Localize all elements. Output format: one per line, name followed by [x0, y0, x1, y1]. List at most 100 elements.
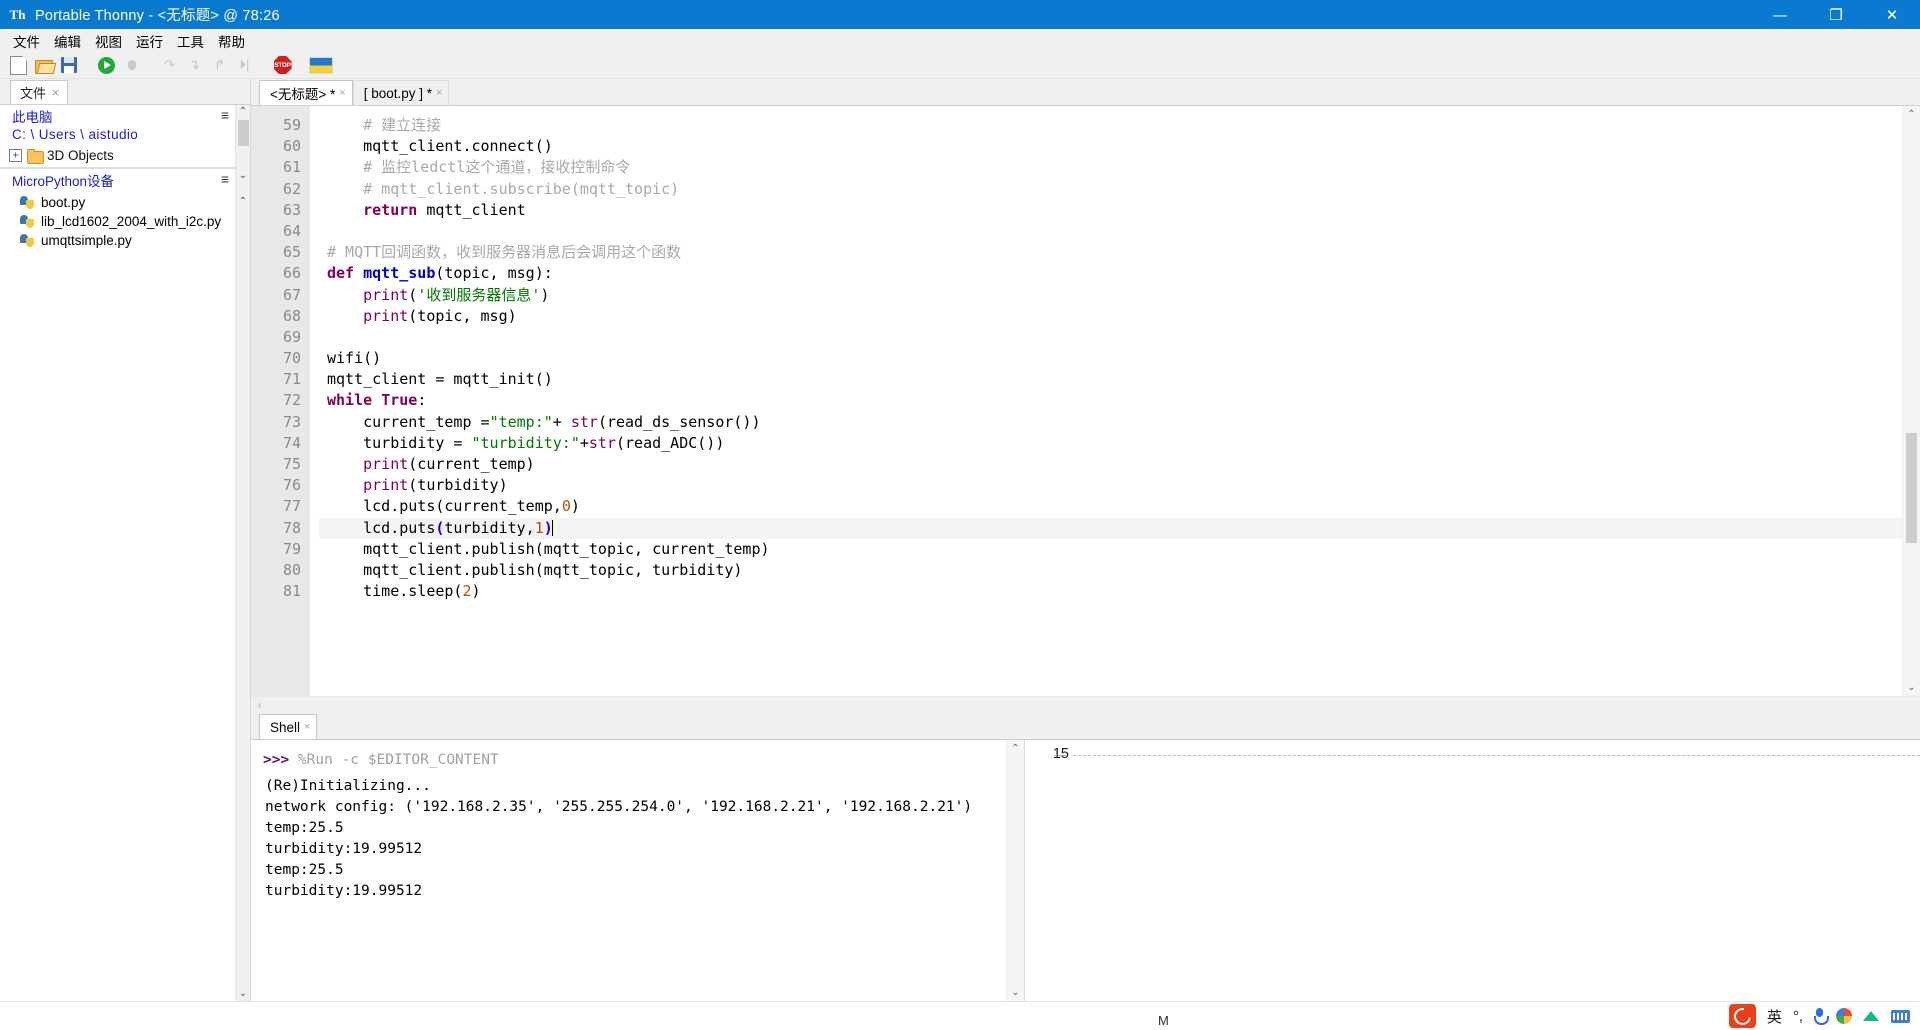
code-line[interactable] — [319, 221, 1902, 242]
tab-files[interactable]: 文件 × — [10, 80, 69, 104]
scroll-thumb[interactable] — [1906, 433, 1917, 543]
close-icon[interactable]: × — [436, 87, 442, 99]
ime-punctuation-label[interactable]: °, — [1793, 1008, 1803, 1025]
editor-vertical-scrollbar[interactable]: ⌃ ⌄ — [1902, 106, 1920, 696]
line-number: 63 — [282, 200, 301, 219]
code-line[interactable]: lcd.puts(current_temp,0) — [319, 496, 1902, 517]
python-file-icon — [20, 214, 35, 229]
tab-untitled-label: <无标题> * — [270, 87, 336, 102]
list-item[interactable]: lib_lcd1602_2004_with_i2c.py — [0, 212, 235, 231]
code-editor[interactable]: # 建立连接 mqtt_client.connect() # 监控ledctl这… — [310, 106, 1902, 696]
tree-item-3d-objects[interactable]: + 3D Objects — [0, 145, 235, 165]
shell-output-line: turbidity:19.99512 — [265, 883, 423, 899]
close-icon[interactable]: × — [339, 87, 345, 99]
code-line[interactable]: def mqtt_sub(topic, msg): — [319, 263, 1902, 284]
hat-icon[interactable] — [1863, 1009, 1880, 1023]
scroll-left-icon[interactable]: ‹ — [251, 700, 268, 711]
scroll-up-icon[interactable]: ⌃ — [239, 105, 247, 119]
tab-bootpy[interactable]: [ boot.py ] * × — [352, 80, 450, 105]
menu-file[interactable]: 文件 — [6, 29, 47, 53]
code-line[interactable]: mqtt_client.publish(mqtt_topic, turbidit… — [319, 560, 1902, 581]
bottom-panel: Shell × >>> %Run -c $EDITOR_CONTENT (Re)… — [251, 714, 1920, 1001]
expand-icon[interactable]: + — [9, 148, 22, 162]
code-line[interactable]: turbidity = "turbidity:"+str(read_ADC()) — [319, 433, 1902, 454]
hamburger-icon[interactable]: ≡ — [221, 108, 231, 122]
code-line[interactable]: print('收到服务器信息') — [319, 285, 1902, 306]
hamburger-icon-device[interactable]: ≡ — [221, 172, 231, 186]
stop-button[interactable]: STOP — [270, 54, 295, 76]
keyboard-icon[interactable] — [1891, 1009, 1910, 1023]
menu-edit[interactable]: 编辑 — [47, 29, 88, 53]
debug-button[interactable] — [119, 54, 144, 76]
sidebar-scrollbar-local[interactable]: ⌃ ⌄ ⌃ ⌄ — [235, 105, 250, 1001]
line-number: 80 — [282, 560, 301, 579]
tab-shell[interactable]: Shell × — [259, 714, 318, 739]
list-item[interactable]: boot.py — [0, 193, 235, 212]
menu-help[interactable]: 帮助 — [211, 29, 252, 53]
code-line[interactable]: # 监控ledctl这个通道，接收控制命令 — [319, 157, 1902, 178]
ukraine-flag-button[interactable] — [308, 54, 333, 76]
close-icon[interactable]: × — [304, 721, 310, 733]
code-line[interactable]: mqtt_client = mqtt_init() — [319, 369, 1902, 390]
microphone-icon[interactable] — [1814, 1008, 1829, 1025]
scroll-down-icon[interactable]: ⌄ — [1011, 984, 1019, 1001]
tab-bootpy-label: [ boot.py ] * — [363, 85, 433, 101]
sogou-logo-icon[interactable] — [1728, 1004, 1756, 1028]
scroll-up-icon[interactable]: ⌃ — [1907, 106, 1915, 123]
scroll-track[interactable] — [1007, 757, 1024, 984]
line-number: 64 — [282, 221, 301, 240]
scroll-down-icon[interactable]: ⌄ — [1907, 679, 1915, 696]
code-line[interactable]: print(current_temp) — [319, 454, 1902, 475]
scroll-up-icon[interactable]: ⌃ — [1011, 740, 1019, 757]
code-line[interactable]: # MQTT回调函数，收到服务器消息后会调用这个函数 — [319, 242, 1902, 263]
run-button[interactable] — [94, 54, 119, 76]
maximize-button[interactable]: ❐ — [1808, 0, 1864, 29]
code-line[interactable]: lcd.puts(turbidity,1) — [319, 517, 1902, 539]
menu-view[interactable]: 视图 — [88, 29, 129, 53]
plotter-panel[interactable]: 绘图器可以把输出到 Shell中的数字可视化 详细请查看帮助. 30252015 — [1025, 740, 1920, 1001]
line-number: 62 — [282, 179, 301, 198]
shell-command: %Run -c $EDITOR_CONTENT — [297, 752, 499, 768]
menu-run[interactable]: 运行 — [129, 29, 170, 53]
step-into-button[interactable]: ↴ — [182, 54, 207, 76]
code-line[interactable]: wifi() — [319, 348, 1902, 369]
code-line[interactable]: print(topic, msg) — [319, 306, 1902, 327]
list-item[interactable]: umqttsimple.py — [0, 231, 235, 250]
python-file-icon — [20, 233, 35, 248]
code-line[interactable]: # 建立连接 — [319, 115, 1902, 136]
scroll-up-icon-2[interactable]: ⌃ — [239, 195, 247, 209]
close-icon[interactable]: × — [51, 86, 60, 99]
close-button[interactable]: ✕ — [1864, 0, 1920, 29]
open-file-button[interactable] — [31, 54, 56, 76]
device-root-label[interactable]: MicroPython设备 — [12, 173, 114, 190]
scroll-down-icon-2[interactable]: ⌄ — [239, 987, 247, 1001]
step-over-button[interactable]: ↷ — [157, 54, 182, 76]
code-line[interactable]: mqtt_client.publish(mqtt_topic, current_… — [319, 539, 1902, 560]
code-line[interactable] — [319, 327, 1902, 348]
code-line[interactable]: time.sleep(2) — [319, 581, 1902, 602]
tab-untitled[interactable]: <无标题> * × — [259, 80, 353, 105]
code-line[interactable]: print(turbidity) — [319, 475, 1902, 496]
palette-icon[interactable] — [1836, 1008, 1852, 1024]
scroll-down-icon[interactable]: ⌄ — [239, 169, 247, 183]
line-number: 59 — [282, 116, 301, 134]
code-line[interactable]: return mqtt_client — [319, 200, 1902, 221]
code-line[interactable]: mqtt_client.connect() — [319, 136, 1902, 157]
shell-vertical-scrollbar[interactable]: ⌃ ⌄ — [1006, 740, 1024, 1001]
code-line[interactable]: current_temp ="temp:"+ str(read_ds_senso… — [319, 412, 1902, 433]
code-line[interactable]: # mqtt_client.subscribe(mqtt_topic) — [319, 179, 1902, 200]
minimize-button[interactable]: — — [1752, 0, 1808, 29]
local-root-label[interactable]: 此电脑 — [12, 109, 138, 126]
save-file-button[interactable] — [56, 54, 81, 76]
menu-tools[interactable]: 工具 — [170, 29, 211, 53]
scroll-track[interactable] — [1903, 123, 1920, 679]
ime-mode-label[interactable]: 英 — [1767, 1006, 1782, 1027]
resume-button[interactable]: ⏵| — [232, 54, 257, 76]
editor-horizontal-scrollbar[interactable]: ‹ — [251, 696, 1920, 714]
new-file-button[interactable] — [6, 54, 31, 76]
shell-output[interactable]: >>> %Run -c $EDITOR_CONTENT (Re)Initiali… — [251, 740, 1006, 1001]
file-label: umqttsimple.py — [41, 233, 132, 248]
step-out-button[interactable]: ↱ — [207, 54, 232, 76]
code-line[interactable]: while True: — [319, 390, 1902, 411]
local-path-label[interactable]: C: \ Users \ aistudio — [12, 126, 138, 143]
